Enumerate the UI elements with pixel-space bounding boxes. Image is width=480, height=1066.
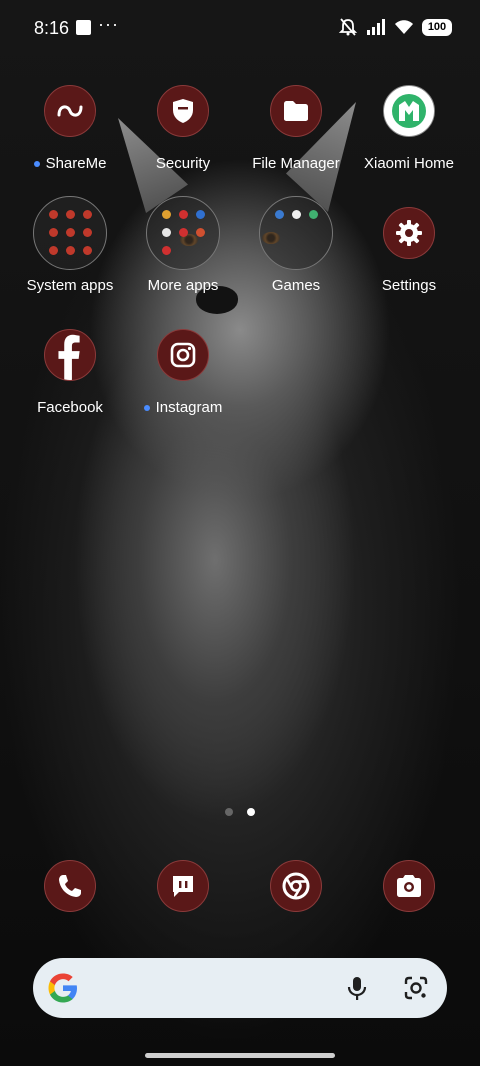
wifi-icon (395, 20, 413, 34)
app-shareme[interactable]: ShareMe (10, 85, 130, 172)
folder-icon (146, 196, 220, 270)
app-file-manager[interactable]: File Manager (236, 85, 356, 172)
gesture-navigation-bar[interactable] (145, 1053, 335, 1058)
google-search-bar[interactable] (33, 958, 447, 1018)
folder-system-apps[interactable]: System apps (10, 196, 130, 294)
more-notifications-icon: ··· (98, 14, 119, 34)
google-logo-icon (48, 973, 77, 1003)
phone-icon (44, 860, 96, 912)
notification-icon (76, 20, 91, 35)
dock-phone[interactable] (10, 860, 130, 912)
dock-messages[interactable] (123, 860, 243, 912)
new-badge (33, 160, 40, 167)
folder-games[interactable]: Games (236, 196, 356, 294)
app-label: Instagram (155, 399, 223, 416)
lens-icon[interactable] (403, 975, 429, 1001)
app-facebook[interactable]: Facebook (10, 329, 130, 416)
app-security[interactable]: Security (123, 85, 243, 172)
app-label: System apps (26, 277, 114, 294)
bell-muted-icon (338, 18, 358, 36)
app-label: Facebook (37, 399, 103, 416)
mic-icon[interactable] (344, 975, 370, 1001)
shareme-icon (44, 85, 96, 137)
new-badge (143, 404, 150, 411)
dock-chrome[interactable] (236, 860, 356, 912)
page-indicator (0, 808, 480, 816)
app-label: ShareMe (45, 155, 107, 172)
camera-icon (383, 860, 435, 912)
page-dot-active[interactable] (247, 808, 255, 816)
xiaomi-home-icon (383, 85, 435, 137)
chrome-icon (270, 860, 322, 912)
app-label: Xiaomi Home (363, 155, 455, 172)
status-bar: 8:16 ··· 100 (0, 0, 480, 56)
folder-more-apps[interactable]: More apps (123, 196, 243, 294)
app-label: Settings (381, 277, 437, 294)
app-label: File Manager (252, 155, 340, 172)
app-xiaomi-home[interactable]: Xiaomi Home (349, 85, 469, 172)
gear-icon (383, 207, 435, 259)
battery-indicator: 100 (422, 18, 452, 36)
page-dot[interactable] (225, 808, 233, 816)
signal-icon (367, 19, 385, 35)
folder-icon (33, 196, 107, 270)
app-label: More apps (147, 277, 219, 294)
security-shield-icon (157, 85, 209, 137)
app-instagram[interactable]: Instagram (123, 329, 243, 416)
app-label: Games (271, 277, 321, 294)
folder-icon (270, 85, 322, 137)
clock: 8:16 (34, 18, 70, 38)
app-settings[interactable]: Settings (349, 207, 469, 294)
app-label: Security (155, 155, 211, 172)
message-icon (157, 860, 209, 912)
facebook-icon (44, 329, 96, 381)
dock-camera[interactable] (349, 860, 469, 912)
instagram-icon (157, 329, 209, 381)
folder-icon (259, 196, 333, 270)
